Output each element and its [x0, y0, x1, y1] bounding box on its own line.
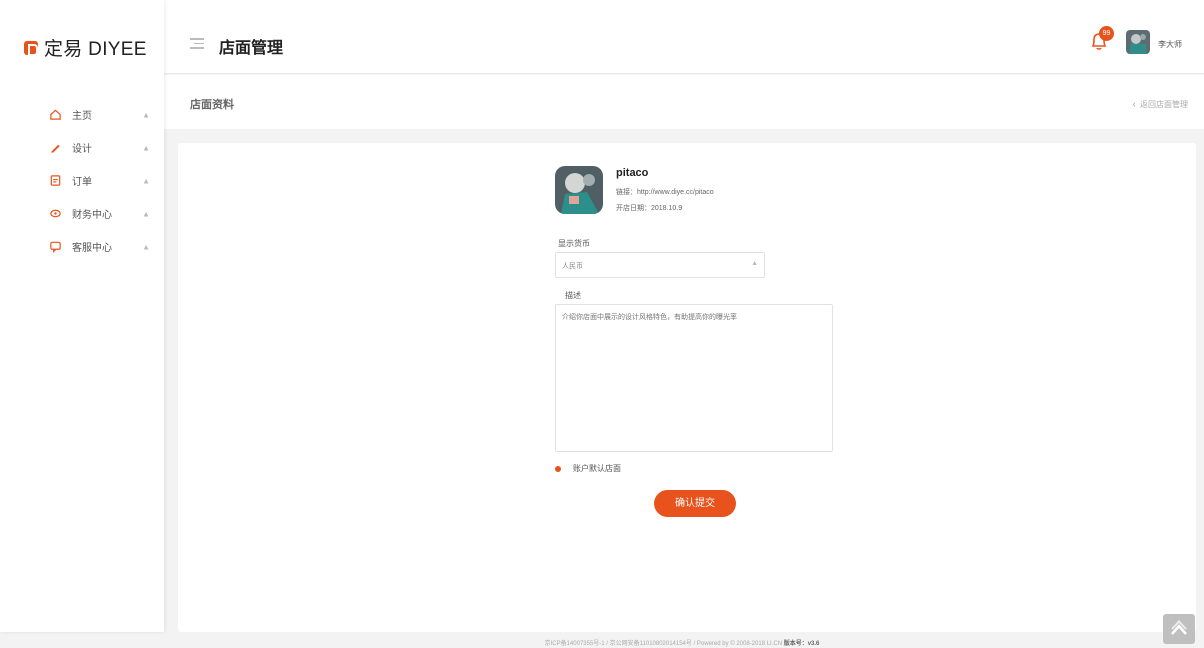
radio-label: 账户默认店面 — [573, 464, 621, 473]
chevron-up-icon: ▲ — [142, 110, 150, 119]
chevron-up-icon: ▲ — [142, 242, 150, 251]
pencil-icon — [48, 141, 62, 155]
order-icon — [48, 174, 62, 188]
menu-toggle-icon[interactable] — [190, 38, 204, 50]
sidebar: 定易 DIYEE 主页 ▲ 设计 ▲ 订单 ▲ 财务中心 ▲ 客服中心 ▲ — [0, 0, 164, 632]
sidebar-item-label: 订单 — [72, 177, 92, 188]
select-value: 人民币 — [562, 263, 583, 270]
home-icon — [48, 108, 62, 122]
page-title: 店面管理 — [219, 40, 284, 57]
username[interactable]: 李大师 — [1158, 39, 1182, 50]
finance-icon — [48, 207, 62, 221]
sidebar-item-service[interactable]: 客服中心 ▲ — [0, 230, 164, 263]
brand-logo[interactable]: 定易 DIYEE — [24, 34, 147, 61]
sidebar-item-label: 财务中心 — [72, 210, 112, 221]
sidebar-item-label: 设计 — [72, 144, 92, 155]
section-header: 店面资料 ‹ 返回店面管理 — [164, 75, 1204, 129]
chevron-up-icon — [1171, 620, 1187, 635]
sidebar-item-orders[interactable]: 订单 ▲ — [0, 164, 164, 197]
default-shop-radio[interactable]: 账户默认店面 — [555, 463, 621, 474]
sidebar-item-design[interactable]: 设计 ▲ — [0, 131, 164, 164]
radio-selected-icon — [555, 465, 561, 472]
shop-avatar[interactable] — [555, 166, 603, 214]
sidebar-item-home[interactable]: 主页 ▲ — [0, 98, 164, 131]
back-link[interactable]: ‹ 返回店面管理 — [1133, 99, 1188, 110]
description-label: 描述 — [565, 291, 581, 300]
shop-name: pitaco — [616, 167, 649, 179]
submit-button[interactable]: 确认提交 — [654, 490, 736, 517]
chat-icon — [48, 240, 62, 254]
footer: 京ICP备14007355号-1 / 京公网安备11010802014154号 … — [0, 638, 1204, 647]
scroll-top-button[interactable] — [1163, 614, 1195, 644]
logo-icon — [24, 40, 38, 56]
footer-version: 版本号：v3.6 — [783, 641, 820, 647]
shop-profile-card: pitaco 链接：http://www.diye.cc/pitaco 开店日期… — [178, 143, 1196, 632]
display-currency-select[interactable]: 人民币 ▲ — [555, 252, 765, 278]
shop-open-date: 开店日期：2018.10.9 — [616, 205, 683, 212]
notification-badge: 99 — [1099, 26, 1114, 41]
section-title: 店面资料 — [190, 99, 234, 111]
footer-copyright: 京ICP备14007355号-1 / 京公网安备11010802014154号 … — [544, 641, 783, 647]
sidebar-nav: 主页 ▲ 设计 ▲ 订单 ▲ 财务中心 ▲ 客服中心 ▲ — [0, 98, 164, 263]
chevron-up-icon: ▲ — [142, 209, 150, 218]
sidebar-item-finance[interactable]: 财务中心 ▲ — [0, 197, 164, 230]
chevron-left-icon: ‹ — [1132, 99, 1136, 110]
top-header: 店面管理 99 李大师 — [164, 0, 1204, 74]
display-currency-label: 显示货币 — [558, 239, 590, 248]
chevron-down-icon: ▲ — [751, 260, 758, 267]
avatar[interactable] — [1126, 30, 1150, 54]
chevron-up-icon: ▲ — [142, 143, 150, 152]
chevron-up-icon: ▲ — [142, 176, 150, 185]
description-textarea[interactable] — [555, 304, 833, 452]
sidebar-item-label: 客服中心 — [72, 243, 112, 254]
brand-name: 定易 DIYEE — [44, 39, 147, 60]
sidebar-item-label: 主页 — [72, 111, 92, 122]
shop-domain: 链接：http://www.diye.cc/pitaco — [616, 189, 714, 196]
back-link-label: 返回店面管理 — [1140, 100, 1188, 109]
